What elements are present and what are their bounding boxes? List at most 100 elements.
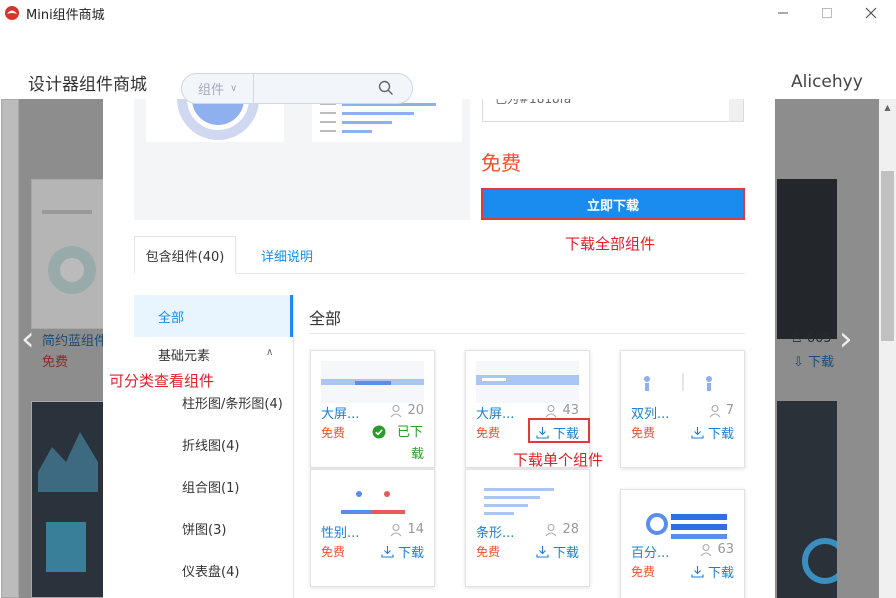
card-thumbnail xyxy=(321,480,424,522)
preview-thumbnail[interactable] xyxy=(146,99,284,142)
check-circle-icon xyxy=(372,425,386,439)
card-thumbnail xyxy=(476,361,579,403)
download-icon: ⇩ xyxy=(793,355,804,370)
bg-card-price: 免费 xyxy=(42,355,69,370)
search-input[interactable] xyxy=(256,77,366,99)
category-item-bar[interactable]: 柱形图/条形图(4) xyxy=(182,393,283,412)
category-item-gauge[interactable]: 仪表盘(4) xyxy=(182,561,239,580)
component-card[interactable]: 双列... 7 免费 下载 xyxy=(620,350,745,468)
description-box[interactable]: 已为#1818fa xyxy=(482,99,744,122)
card-download-label: 下载 xyxy=(397,546,424,561)
component-card[interactable]: 大屏... 20 免费 已下 载 xyxy=(310,350,435,468)
card-thumbnail xyxy=(476,480,579,522)
user-icon xyxy=(391,523,402,536)
card-download-label: 下载 xyxy=(552,546,579,561)
card-name[interactable]: 大屏... xyxy=(321,403,359,422)
content-title: 全部 xyxy=(309,309,342,328)
scrollbar-thumb[interactable] xyxy=(881,171,894,341)
maximize-button[interactable] xyxy=(804,0,850,26)
description-text: 已为#1818fa xyxy=(495,99,572,106)
card-status-line1: 已下 xyxy=(396,425,423,440)
card-name[interactable]: 大屏... xyxy=(476,403,514,422)
next-arrow-icon[interactable]: › xyxy=(839,319,853,359)
card-preview-image xyxy=(476,375,579,385)
card-price: 免费 xyxy=(476,545,501,559)
category-item-line[interactable]: 折线图(4) xyxy=(182,435,239,454)
page-scrollbar[interactable]: ▲ xyxy=(879,99,896,598)
card-name[interactable]: 百分... xyxy=(631,542,669,561)
bg-card-right xyxy=(777,179,837,339)
card-price: 免费 xyxy=(631,426,656,440)
card-user-count: 20 xyxy=(390,403,424,418)
category-group-basic[interactable]: 基础元素 xyxy=(158,345,210,364)
annotation-category: 可分类查看组件 xyxy=(109,372,215,390)
component-price: 免费 xyxy=(481,151,521,175)
close-icon xyxy=(865,7,877,19)
card-download-button[interactable]: 下载 xyxy=(691,423,734,442)
card-preview-image xyxy=(631,500,734,542)
window-titlebar: Mini组件商城 xyxy=(0,0,896,26)
card-name[interactable]: 性别... xyxy=(321,522,359,541)
card-user-count: 63 xyxy=(700,542,734,557)
card-preview-image xyxy=(631,361,734,403)
card-status-line2: 载 xyxy=(410,447,424,462)
search-icon[interactable] xyxy=(378,80,394,96)
sidebar-divider xyxy=(293,295,294,598)
card-price: 免费 xyxy=(321,426,346,440)
prev-arrow-icon[interactable]: ‹ xyxy=(21,319,35,359)
minimize-button[interactable] xyxy=(760,0,806,26)
tab-description[interactable]: 详细说明 xyxy=(242,236,332,274)
component-card[interactable]: 百分... 63 免费 下载 xyxy=(620,489,745,598)
chevron-up-icon[interactable]: ∧ xyxy=(266,347,273,358)
card-count-value: 14 xyxy=(407,522,424,537)
card-price: 免费 xyxy=(476,426,501,440)
card-name[interactable]: 双列... xyxy=(631,403,669,422)
category-all[interactable]: 全部 xyxy=(134,295,292,337)
preview-chart-image xyxy=(320,103,436,133)
search-category-label: 组件 xyxy=(198,83,225,98)
category-item-pie[interactable]: 饼图(3) xyxy=(182,519,226,538)
user-icon xyxy=(546,404,557,417)
description-scrollbar[interactable] xyxy=(729,99,743,121)
card-thumbnail xyxy=(631,500,734,542)
download-all-button[interactable]: 立即下载 xyxy=(481,188,745,220)
user-name[interactable]: Alicehyy xyxy=(791,72,863,92)
bg-card-left-2 xyxy=(31,401,107,598)
search-category-select[interactable]: 组件 ∨ xyxy=(182,74,254,103)
card-download-button[interactable]: 下载 xyxy=(691,562,734,581)
bg-chart-thumbnail xyxy=(38,432,98,572)
scroll-up-icon[interactable]: ▲ xyxy=(879,99,896,116)
close-button[interactable] xyxy=(848,0,894,26)
bg-card-download-label: 下载 xyxy=(808,355,835,370)
minimize-icon xyxy=(778,12,788,14)
card-user-count: 28 xyxy=(545,522,579,537)
card-download-button[interactable]: 下载 xyxy=(536,542,579,561)
content-divider xyxy=(309,333,745,334)
card-preview-image xyxy=(321,480,424,522)
bg-panel xyxy=(1,99,19,598)
card-count-value: 63 xyxy=(717,542,734,557)
window-title: Mini组件商城 xyxy=(26,7,105,23)
card-count-value: 43 xyxy=(562,403,579,418)
card-preview-image xyxy=(321,379,424,385)
tab-components[interactable]: 包含组件(40) xyxy=(134,236,236,274)
bg-card-count-value: 605 xyxy=(806,331,832,346)
category-item-combo[interactable]: 组合图(1) xyxy=(182,477,239,496)
search-bar: 组件 ∨ xyxy=(181,73,413,104)
user-icon xyxy=(391,404,402,417)
app-logo-icon xyxy=(5,6,19,20)
card-download-label: 下载 xyxy=(707,427,734,442)
bg-card-right-2 xyxy=(777,401,848,598)
maximize-icon xyxy=(822,8,832,18)
chevron-down-icon: ∨ xyxy=(230,83,238,94)
bg-chart-thumbnail xyxy=(802,538,848,584)
card-download-button[interactable]: 下载 xyxy=(381,542,424,561)
download-icon xyxy=(691,566,704,578)
component-card[interactable]: 条形... 28 免费 下载 xyxy=(465,469,590,587)
component-card[interactable]: 性别... 14 免费 下载 xyxy=(310,469,435,587)
card-preview-image xyxy=(476,480,579,522)
card-count-value: 7 xyxy=(725,403,734,418)
annotation-single-download: 下载单个组件 xyxy=(513,451,604,469)
card-name[interactable]: 条形... xyxy=(476,522,514,541)
preview-thumbnail[interactable] xyxy=(312,99,462,142)
